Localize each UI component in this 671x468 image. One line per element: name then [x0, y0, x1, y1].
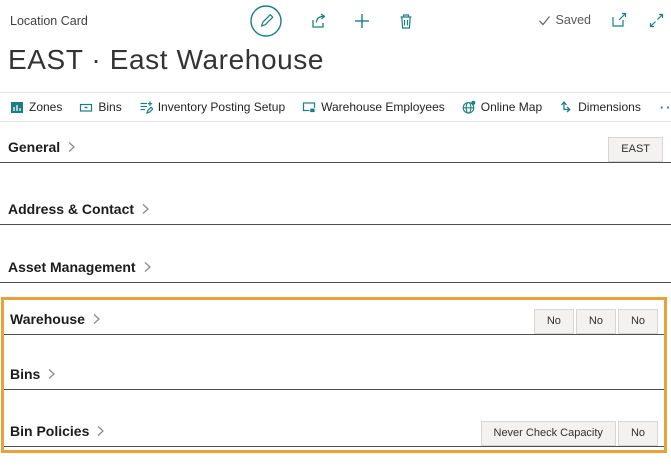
chevron-right-icon [67, 141, 76, 153]
section-address-contact-title: Address & Contact [8, 201, 134, 217]
highlight-outline: Warehouse No No No Bins Bin Policies Nev… [1, 297, 667, 453]
warehouse-employees-icon [302, 100, 316, 114]
field-badge[interactable]: No [618, 309, 658, 334]
field-badge[interactable]: Never Check Capacity [481, 421, 616, 446]
chevron-right-icon [47, 368, 56, 380]
section-general-title: General [8, 139, 60, 155]
saved-check-icon [538, 14, 551, 27]
save-status: Saved [538, 13, 591, 27]
toolbar-item-inventory-posting-setup[interactable]: Inventory Posting Setup [139, 100, 285, 114]
toolbar-item-bins[interactable]: Bins [79, 100, 121, 114]
toolbar-item-dimensions[interactable]: Dimensions [559, 100, 641, 114]
toolbar-label: Dimensions [578, 100, 641, 114]
location-card-page: Location Card [0, 0, 671, 468]
delete-trash-icon[interactable] [397, 12, 415, 30]
toolbar-item-zones[interactable]: Zones [10, 100, 62, 114]
toolbar-item-warehouse-employees[interactable]: Warehouse Employees [302, 100, 445, 114]
command-bar-actions [249, 4, 415, 38]
section-warehouse[interactable]: Warehouse No No No [4, 303, 664, 335]
field-badge[interactable]: No [618, 421, 658, 446]
inventory-posting-setup-icon [139, 100, 153, 114]
section-address-contact[interactable]: Address & Contact [0, 193, 671, 225]
add-icon[interactable] [353, 12, 371, 30]
page-title: EAST · East Warehouse [8, 44, 324, 76]
action-toolbar: Zones Bins Inventory Posting Setup [10, 94, 667, 120]
chevron-right-icon [92, 313, 101, 325]
section-general[interactable]: General EAST [0, 131, 671, 163]
popout-window-icon[interactable] [610, 11, 628, 29]
share-icon[interactable] [309, 12, 327, 30]
field-badge[interactable]: No [534, 309, 574, 334]
section-asset-management[interactable]: Asset Management [0, 251, 671, 283]
toolbar-label: Zones [29, 100, 62, 114]
edit-pencil-icon[interactable] [249, 4, 283, 38]
toolbar-item-online-map[interactable]: Online Map [462, 100, 542, 114]
section-asset-management-title: Asset Management [8, 259, 136, 275]
section-bins-title: Bins [10, 366, 40, 382]
field-badge[interactable]: No [576, 309, 616, 334]
divider [0, 121, 671, 122]
field-badge-code[interactable]: EAST [608, 137, 663, 162]
more-actions-icon[interactable]: ··· [660, 100, 671, 115]
zones-icon [10, 100, 24, 114]
chevron-right-icon [143, 261, 152, 273]
dimensions-icon [559, 100, 573, 114]
toolbar-label: Bins [98, 100, 121, 114]
window-actions: Saved [538, 11, 665, 29]
chevron-right-icon [141, 203, 150, 215]
online-map-icon [462, 100, 476, 114]
toolbar-label: Online Map [481, 100, 542, 114]
bins-icon [79, 100, 93, 114]
section-bin-policies-title: Bin Policies [10, 423, 89, 439]
section-warehouse-title: Warehouse [10, 311, 85, 327]
toolbar-label: Warehouse Employees [321, 100, 445, 114]
page-caption: Location Card [10, 14, 88, 28]
section-bin-policies[interactable]: Bin Policies Never Check Capacity No [4, 415, 664, 447]
divider [0, 92, 671, 93]
saved-label: Saved [556, 13, 591, 27]
section-bins[interactable]: Bins [4, 358, 664, 390]
chevron-right-icon [96, 425, 105, 437]
expand-icon[interactable] [647, 11, 665, 29]
toolbar-label: Inventory Posting Setup [158, 100, 285, 114]
